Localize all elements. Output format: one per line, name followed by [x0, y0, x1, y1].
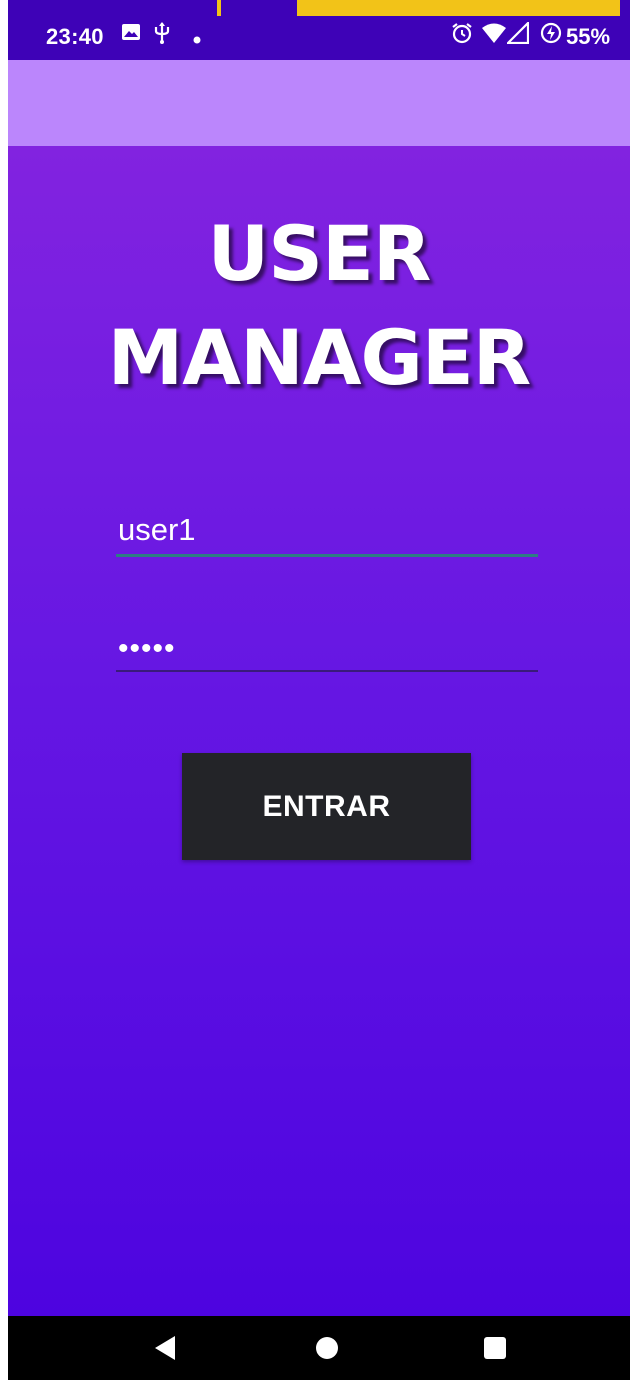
password-value: ••••• [118, 632, 176, 665]
home-icon[interactable] [297, 1316, 357, 1380]
title-line-2: MANAGER [107, 313, 532, 402]
status-bar: 23:40 55% [8, 0, 630, 60]
wifi-icon [481, 22, 507, 49]
title-line-1: USER [207, 209, 432, 298]
login-screen: USER MANAGER user1 ••••• ENTRAR [8, 146, 630, 1316]
back-icon[interactable] [135, 1316, 195, 1380]
notification-indicator-bar [297, 0, 620, 16]
status-time: 23:40 [46, 24, 104, 49]
app-bar [8, 60, 630, 146]
signal-icon [505, 20, 530, 49]
alarm-icon [451, 22, 473, 49]
usb-icon [154, 22, 170, 49]
password-field[interactable]: ••••• [116, 614, 538, 672]
enter-button[interactable]: ENTRAR [182, 753, 471, 860]
notification-indicator [217, 0, 221, 16]
username-field[interactable]: user1 [116, 498, 538, 557]
battery-percentage: 55% [566, 24, 611, 49]
navigation-bar [8, 1316, 630, 1380]
username-value: user1 [118, 512, 196, 547]
app-title: USER MANAGER [8, 202, 630, 410]
phone-screen: 23:40 55% USER MANAGER user1 ••••• ENTRA… [8, 0, 630, 1380]
image-icon [121, 22, 141, 47]
battery-saver-icon [540, 22, 562, 49]
recents-icon[interactable] [465, 1316, 525, 1380]
dot-icon [193, 31, 201, 49]
